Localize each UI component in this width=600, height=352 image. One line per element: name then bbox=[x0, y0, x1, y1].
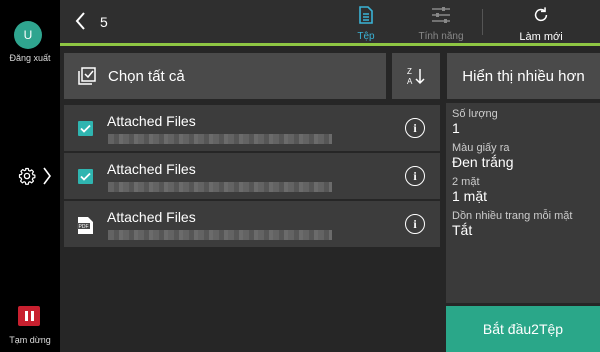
refresh-button[interactable]: Làm mới bbox=[501, 6, 581, 43]
checkbox-checked-icon[interactable] bbox=[78, 121, 93, 136]
svg-text:A: A bbox=[407, 77, 413, 86]
redacted-details bbox=[108, 230, 332, 240]
back-button[interactable] bbox=[74, 11, 90, 31]
select-all-icon bbox=[78, 67, 96, 85]
sort-az-icon: Z A bbox=[407, 67, 425, 86]
checkbox-checked-icon[interactable] bbox=[78, 169, 93, 184]
file-row[interactable]: PDF Attached Files i bbox=[64, 201, 440, 247]
select-all-button[interactable]: Chọn tất cả bbox=[64, 53, 386, 99]
divider bbox=[482, 9, 483, 35]
pause-bar bbox=[24, 311, 28, 321]
svg-text:PDF: PDF bbox=[79, 224, 89, 230]
tab-features[interactable]: Tính năng bbox=[401, 6, 481, 42]
tab-files[interactable]: Tệp bbox=[326, 6, 406, 42]
sliders-icon bbox=[432, 7, 450, 23]
redacted-details bbox=[108, 182, 332, 192]
file-name: Attached Files bbox=[107, 161, 196, 177]
two-sided-label: 2 mặt bbox=[452, 176, 480, 188]
chevron-right-icon bbox=[43, 167, 51, 185]
left-rail: U Đăng xuất Tạm dừng bbox=[0, 0, 60, 352]
avatar-initial: U bbox=[23, 28, 33, 42]
output-color-value: Đen trắng bbox=[452, 154, 514, 170]
select-all-label: Chọn tất cả bbox=[108, 67, 185, 85]
logout-label[interactable]: Đăng xuất bbox=[0, 53, 60, 63]
start-button[interactable]: Bắt đầu2Tệp bbox=[446, 306, 600, 352]
file-row[interactable]: Attached Files i bbox=[64, 153, 440, 199]
info-icon[interactable]: i bbox=[405, 166, 425, 186]
refresh-icon bbox=[534, 7, 548, 22]
pause-button[interactable] bbox=[18, 306, 40, 326]
two-sided-value: 1 mặt bbox=[452, 188, 488, 204]
gear-icon bbox=[18, 167, 36, 185]
pause-bar bbox=[30, 311, 34, 321]
file-row[interactable]: Attached Files i bbox=[64, 105, 440, 151]
output-color-label: Màu giấy ra bbox=[452, 142, 510, 154]
info-icon[interactable]: i bbox=[405, 118, 425, 138]
tab-features-label: Tính năng bbox=[418, 31, 464, 42]
quantity-value: 1 bbox=[452, 120, 460, 136]
document-icon bbox=[359, 6, 373, 24]
accent-line bbox=[60, 43, 600, 46]
settings-summary-panel[interactable]: Số lượng 1 Màu giấy ra Đen trắng 2 mặt 1… bbox=[446, 103, 600, 303]
top-bar: 5 Tệp Tính năng Làm mới bbox=[60, 0, 600, 43]
svg-text:Z: Z bbox=[407, 67, 412, 76]
refresh-label: Làm mới bbox=[519, 31, 563, 43]
settings-button[interactable] bbox=[18, 164, 54, 188]
file-name: Attached Files bbox=[107, 113, 196, 129]
pdf-icon: PDF bbox=[77, 217, 93, 234]
pause-label: Tạm dừng bbox=[9, 335, 51, 345]
user-avatar[interactable]: U bbox=[14, 21, 42, 49]
chevron-left-icon bbox=[75, 12, 85, 30]
quantity-label: Số lượng bbox=[452, 108, 498, 120]
info-icon[interactable]: i bbox=[405, 214, 425, 234]
pages-per-side-label: Dồn nhiều trang mỗi mặt bbox=[452, 210, 573, 222]
tab-files-label: Tệp bbox=[357, 31, 375, 42]
sort-button[interactable]: Z A bbox=[392, 53, 440, 99]
pages-per-side-value: Tắt bbox=[452, 222, 473, 238]
file-count: 5 bbox=[100, 14, 108, 30]
redacted-details bbox=[108, 134, 332, 144]
file-name: Attached Files bbox=[107, 209, 196, 225]
show-more-button[interactable]: Hiển thị nhiều hơn bbox=[447, 53, 600, 99]
